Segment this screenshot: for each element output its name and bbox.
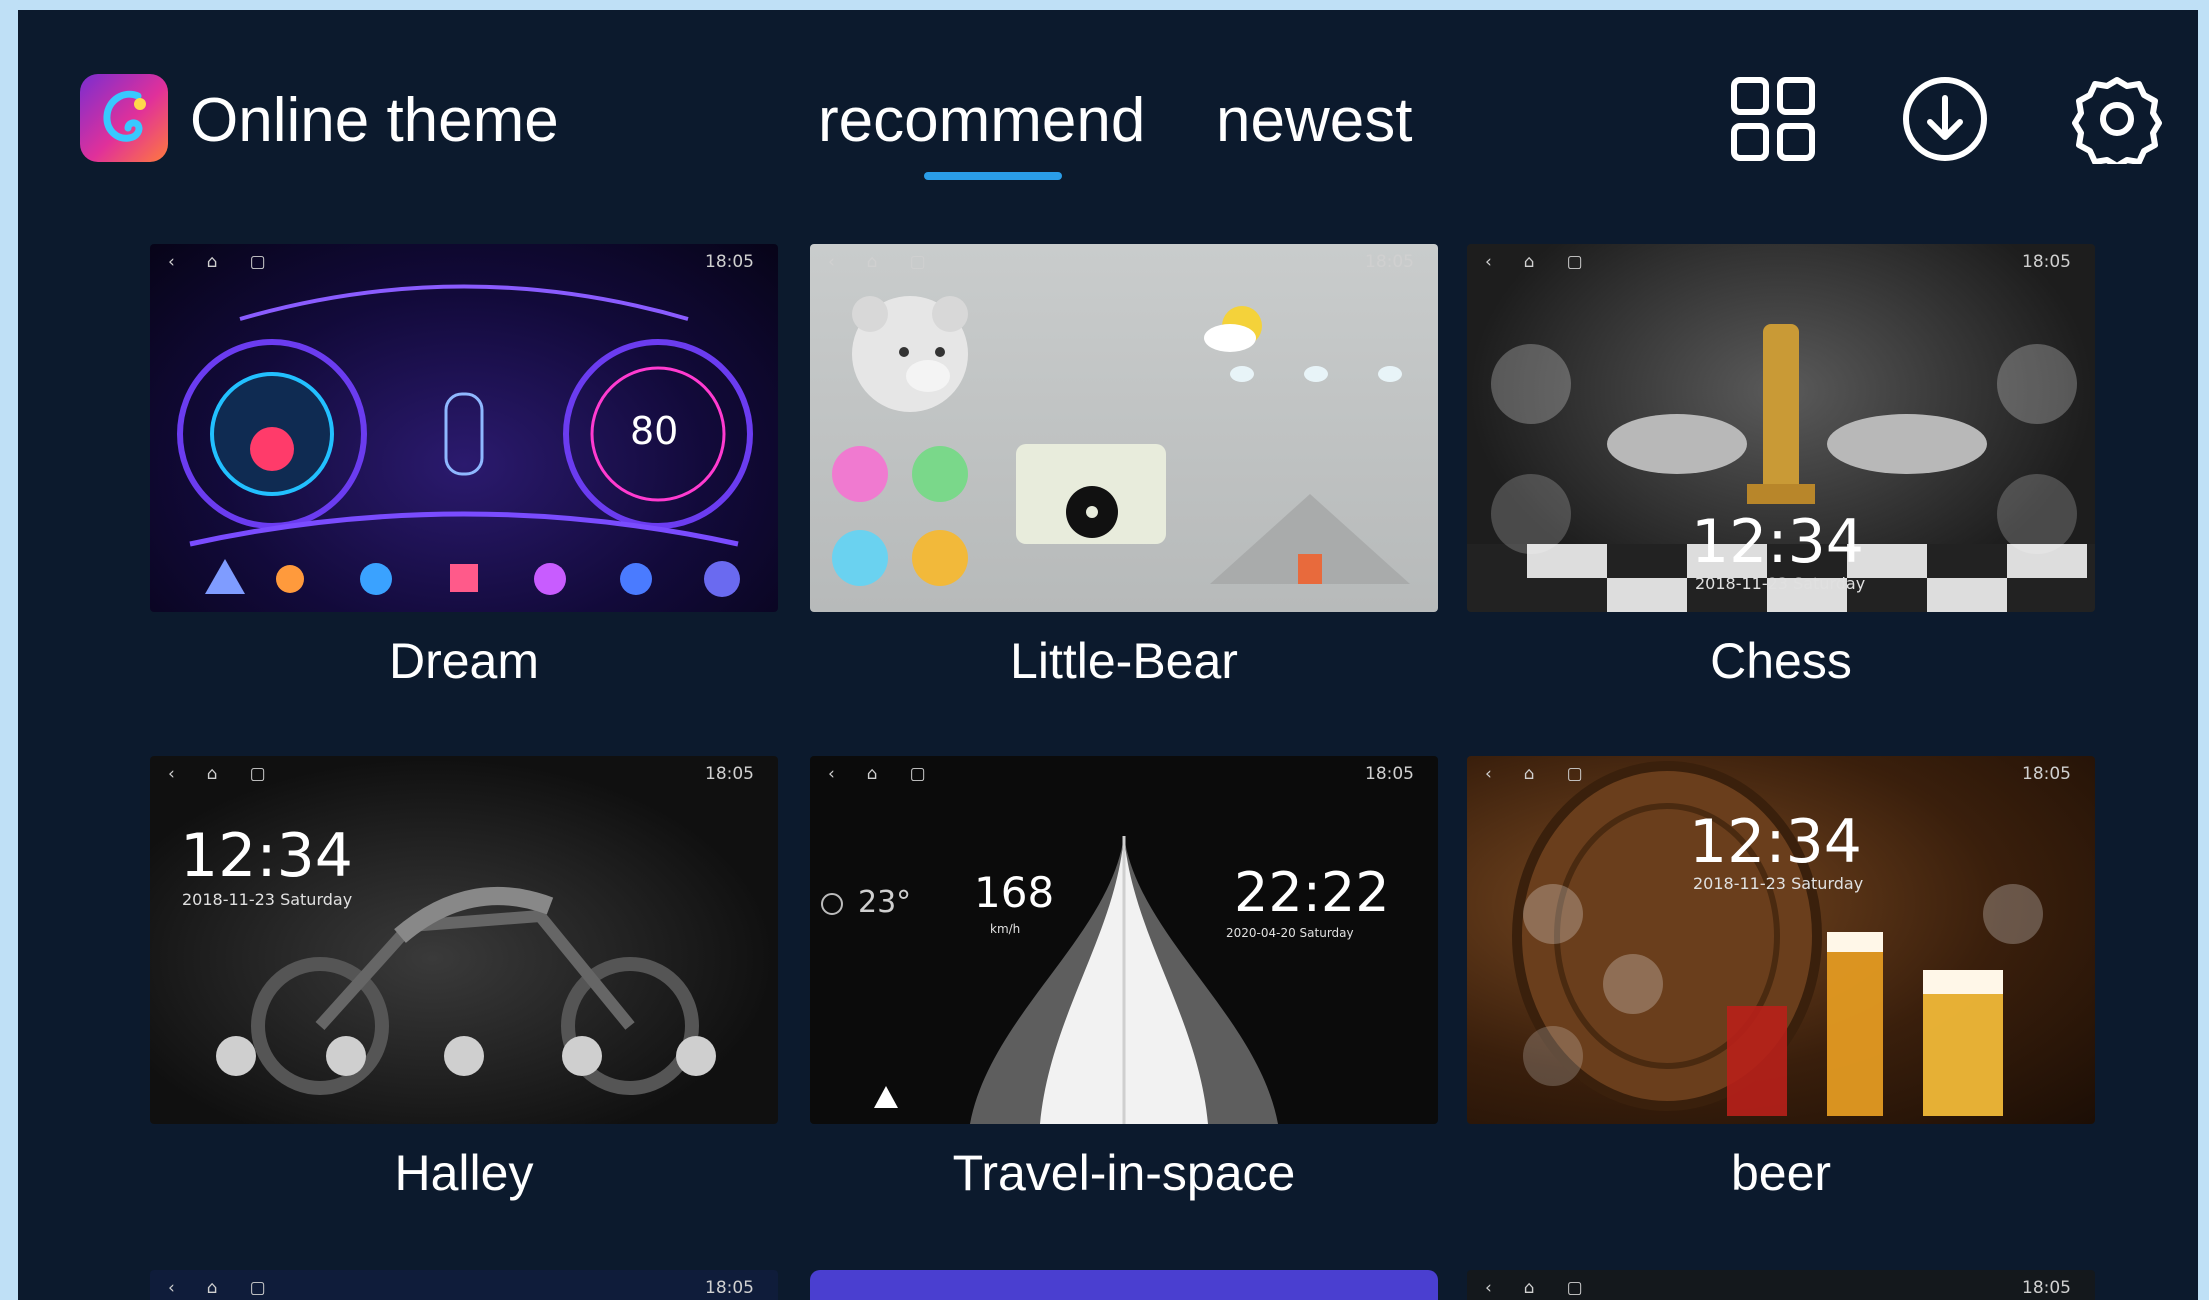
app-logo-icon xyxy=(80,74,168,162)
halley-motorcycle-art xyxy=(216,887,716,1095)
preview-date: 2018-11-23 Saturday xyxy=(1693,874,1864,893)
theme-name: Travel-in-space xyxy=(952,1145,1296,1201)
preview-date: 2018-11-23 Saturday xyxy=(182,890,353,909)
theme-preview[interactable]: ‹⌂▢ 18:05 xyxy=(150,1270,778,1300)
preview-clock: 12:34 xyxy=(180,821,353,891)
bear-art xyxy=(832,296,1410,586)
preview-clock: 12:34 xyxy=(1689,807,1862,877)
theme-name: Dream xyxy=(388,633,540,689)
theme-card-chess[interactable]: ‹⌂▢ 18:05 12:34 2018-11-23 Saturday Ches… xyxy=(1467,244,2095,686)
active-tab-indicator xyxy=(924,172,1062,180)
theme-name: Little-Bear xyxy=(1010,633,1238,689)
travel-road-art xyxy=(821,836,1278,1124)
theme-card-partial[interactable]: ‹⌂▢ 18:05 xyxy=(1467,1270,2095,1300)
preview-date: 2018-11-23 Saturday xyxy=(1695,574,1866,593)
speed-value: 80 xyxy=(630,409,679,453)
preview-date: 2020-04-20 Saturday xyxy=(1226,926,1354,940)
theme-preview[interactable]: ‹⌂▢ 18:05 23° 168 km/h 22:22 2020-04-20 S… xyxy=(810,756,1438,1124)
dream-dashboard-art xyxy=(177,284,753,597)
theme-name: Halley xyxy=(394,1145,534,1201)
tab-recommend[interactable]: recommend xyxy=(818,90,1145,152)
app-title: Online theme xyxy=(190,86,559,155)
theme-card-travel-in-space[interactable]: ‹⌂▢ 18:05 23° 168 km/h 22:22 2020-04-20 S… xyxy=(810,756,1438,1198)
theme-preview[interactable]: ‹⌂▢ 18:05 80 xyxy=(150,244,778,612)
theme-card-partial[interactable] xyxy=(810,1270,1438,1300)
theme-preview[interactable]: ‹⌂▢ 18:05 12:34 2018-11-23 Saturday xyxy=(150,756,778,1124)
theme-card-beer[interactable]: ‹⌂▢ 18:05 12:34 2018-11-23 Saturday beer xyxy=(1467,756,2095,1198)
download-icon[interactable] xyxy=(1900,74,1990,164)
theme-preview[interactable]: ‹⌂▢ 18:05 xyxy=(810,244,1438,612)
theme-card-little-bear[interactable]: ‹⌂▢ 18:05 Little-Bear xyxy=(810,244,1438,686)
preview-clock: 12:34 xyxy=(1691,507,1864,577)
theme-preview[interactable]: ‹⌂▢ 18:05 12:34 2018-11-23 Saturday xyxy=(1467,244,2095,612)
tab-newest[interactable]: newest xyxy=(1216,90,1412,152)
theme-preview[interactable] xyxy=(810,1270,1438,1300)
preview-speed: 168 xyxy=(974,868,1055,917)
theme-name: Chess xyxy=(1710,633,1852,689)
grid-icon[interactable] xyxy=(1728,74,1818,164)
preview-clock: 22:22 xyxy=(1234,861,1390,924)
app-screen: Online theme recommend newest ‹⌂▢ 18:05 … xyxy=(18,10,2198,1300)
header: Online theme recommend newest xyxy=(18,10,2198,220)
theme-card-halley[interactable]: ‹⌂▢ 18:05 12:34 2018-11-23 Saturday Halle… xyxy=(150,756,778,1198)
theme-preview[interactable]: ‹⌂▢ 18:05 12:34 2018-11-23 Saturday xyxy=(1467,756,2095,1124)
settings-icon[interactable] xyxy=(2072,74,2162,164)
theme-name: beer xyxy=(1730,1145,1832,1201)
theme-preview[interactable]: ‹⌂▢ 18:05 xyxy=(1467,1270,2095,1300)
preview-status-bar: ‹⌂▢ 18:05 xyxy=(168,1278,754,1298)
preview-status-bar: ‹⌂▢ 18:05 xyxy=(1485,1278,2071,1298)
preview-temperature: 23° xyxy=(858,885,912,920)
theme-card-dream[interactable]: ‹⌂▢ 18:05 80 Dream xyxy=(150,244,778,686)
theme-card-partial[interactable]: ‹⌂▢ 18:05 xyxy=(150,1270,778,1300)
preview-speed-unit: km/h xyxy=(990,922,1021,936)
